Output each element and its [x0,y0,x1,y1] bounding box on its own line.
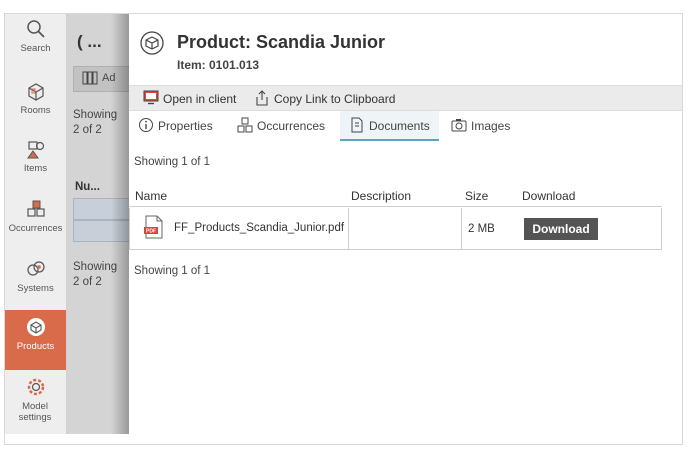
showing-count: Showing 1 of 1 [134,156,211,168]
tab-label: Properties [158,119,213,133]
toolbar: Open in client Copy Link to Clipboard [129,85,682,111]
rooms-icon [27,83,44,101]
document-icon [351,117,363,133]
copy-link-label: Copy Link to Clipboard [274,92,396,106]
items-icon [26,141,44,159]
open-in-client-button[interactable]: Open in client [143,90,247,108]
svg-text:PDF: PDF [146,229,156,235]
nav-item-label: Products [16,341,55,352]
panel-title: ( ... [77,32,102,51]
file-size: 2 MB [468,223,495,235]
tab-label: Documents [369,119,430,133]
camera-icon [451,119,467,132]
nav-item-products[interactable]: Products [5,310,66,370]
pdf-file-icon: PDF [144,215,164,242]
table-row[interactable]: PDF FF_Products_Scandia_Junior.pdf 2 MB … [129,208,662,250]
showing-count: Showing 1 of 1 [134,265,211,277]
left-nav: Search Rooms Items Occurrences Systems P… [5,14,67,434]
app-window: Search Rooms Items Occurrences Systems P… [4,13,683,445]
tab-documents[interactable]: Documents [340,111,439,141]
product-detail-panel: Product: Scandia Junior Item: 0101.013 O… [129,14,682,444]
nav-item-label: Occurrences [8,223,63,234]
tab-occurrences[interactable]: Occurrences [237,111,332,139]
open-in-client-label: Open in client [163,92,237,106]
columns-icon [82,71,98,88]
cell-divider [461,208,462,249]
header-divider [129,206,662,207]
share-icon [256,90,268,106]
column-header-size[interactable]: Size [465,189,488,203]
model-settings-icon [27,378,44,396]
column-header-description[interactable]: Description [351,189,411,203]
nav-item-occurrences[interactable]: Occurrences [5,198,66,256]
nav-item-label: Systems [17,283,54,294]
tab-label: Images [471,119,511,133]
download-button[interactable]: Download [524,218,598,240]
systems-icon [26,261,45,276]
nav-item-model-settings[interactable]: Model settings [5,376,66,434]
column-header-number[interactable]: Nu... [75,181,100,193]
nav-item-label: Model settings [18,401,52,423]
occurrences-icon [26,200,45,217]
search-icon [26,20,45,38]
nav-item-search[interactable]: Search [5,18,66,76]
products-icon [26,318,45,336]
tab-bar: Properties Occurrences Documents Images [129,111,682,141]
page-title: Product: Scandia Junior [177,32,386,52]
monitor-icon [143,90,159,105]
nav-item-systems[interactable]: Systems [5,258,66,316]
tab-label: Occurrences [257,119,326,133]
nav-item-label: Items [23,163,48,174]
tab-properties[interactable]: Properties [138,111,220,139]
file-name[interactable]: FF_Products_Scandia_Junior.pdf [174,222,344,234]
column-header-download: Download [522,189,576,203]
product-icon [139,30,165,61]
nav-item-items[interactable]: Items [5,138,66,196]
nav-item-rooms[interactable]: Rooms [5,80,66,138]
cell-divider [348,208,349,249]
info-icon [139,118,153,132]
nav-item-label: Search [20,43,51,54]
occurrences-icon [237,117,253,133]
tab-images[interactable]: Images [451,111,517,139]
nav-item-label: Rooms [20,105,51,116]
items-list-panel: ( ... Ad Showing 2 of 2 Nu... Showing 2 … [67,14,129,434]
panel-shadow [111,14,129,434]
copy-link-button[interactable]: Copy Link to Clipboard [254,90,404,108]
column-header-name[interactable]: Name [135,189,167,203]
item-number: Item: 0101.013 [177,58,260,72]
